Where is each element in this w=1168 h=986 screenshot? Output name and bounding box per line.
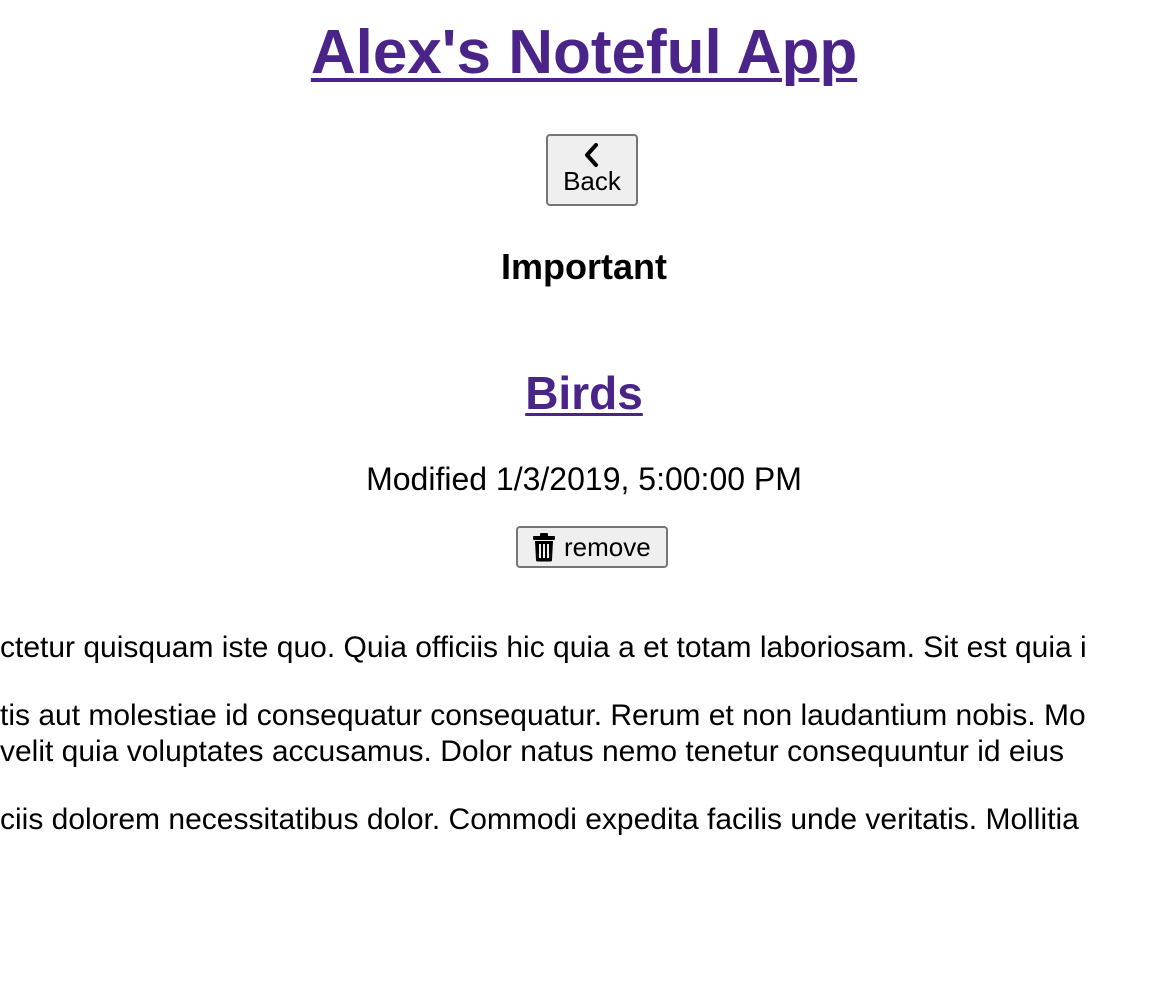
note-paragraph: tis aut molestiae id consequatur consequ… (0, 699, 1086, 732)
note-title-link[interactable]: Birds (525, 367, 643, 419)
back-button[interactable]: Back (546, 134, 638, 206)
note-paragraph-continued: velit quia voluptates accusamus. Dolor n… (0, 735, 1064, 768)
note-paragraph: ciis dolorem necessitatibus dolor. Commo… (0, 803, 1079, 836)
trash-icon (532, 532, 556, 562)
note-modified-date: Modified 1/3/2019, 5:00:00 PM (366, 461, 802, 497)
note-page: Alex's Noteful App Back Important Birds … (0, 0, 1168, 986)
note-content: ctetur quisquam iste quo. Quia officiis … (0, 628, 1168, 858)
app-header: Alex's Noteful App (0, 14, 1168, 92)
back-button-label: Back (563, 166, 621, 196)
remove-note-button[interactable]: remove (516, 526, 668, 568)
chevron-left-icon (582, 142, 602, 168)
remove-button-label: remove (564, 531, 651, 562)
folder-name: Important (501, 246, 667, 287)
note-paragraph: ctetur quisquam iste quo. Quia officiis … (0, 631, 1087, 664)
app-title-link[interactable]: Alex's Noteful App (311, 18, 857, 87)
note-title: Birds (0, 362, 1168, 424)
